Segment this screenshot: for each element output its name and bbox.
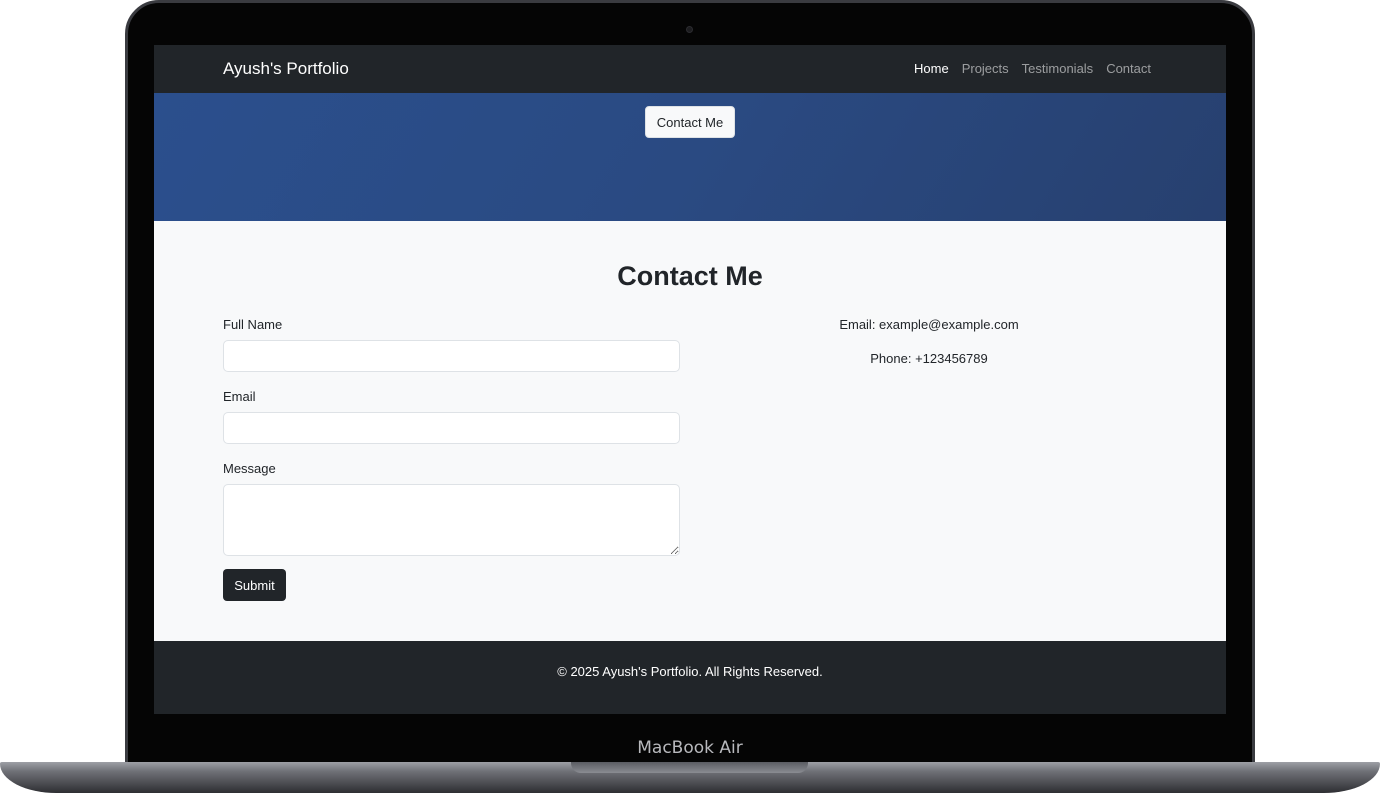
webcam-icon: [686, 26, 693, 33]
contact-phone-text: Phone: +123456789: [870, 351, 988, 366]
nav-links: Home Projects Testimonials Contact: [914, 61, 1151, 76]
contact-email-text: Email: example@example.com: [839, 317, 1019, 332]
contact-me-button[interactable]: Contact Me: [645, 106, 735, 138]
email-label: Email: [223, 389, 256, 404]
full-name-input[interactable]: [223, 340, 680, 372]
footer: © 2025 Ayush's Portfolio. All Rights Res…: [154, 641, 1226, 714]
browser-screen: Ayush's Portfolio Home Projects Testimon…: [154, 45, 1226, 714]
contact-section: Contact Me Full Name Email Message Submi…: [154, 221, 1226, 641]
navbar-brand[interactable]: Ayush's Portfolio: [223, 59, 349, 79]
full-name-label: Full Name: [223, 317, 283, 332]
device-label: MacBook Air: [637, 738, 743, 758]
nav-link-projects[interactable]: Projects: [962, 61, 1009, 76]
footer-copyright: © 2025 Ayush's Portfolio. All Rights Res…: [557, 664, 823, 679]
nav-link-testimonials[interactable]: Testimonials: [1022, 61, 1094, 76]
section-title: Contact Me: [617, 261, 763, 291]
navbar: Ayush's Portfolio Home Projects Testimon…: [154, 45, 1226, 93]
hero-banner: Contact Me: [154, 93, 1226, 221]
nav-link-contact[interactable]: Contact: [1106, 61, 1151, 76]
submit-button[interactable]: Submit: [223, 569, 286, 601]
message-label: Message: [223, 461, 276, 476]
laptop-hinge-notch: [571, 762, 808, 773]
message-textarea[interactable]: [223, 484, 680, 556]
nav-link-home[interactable]: Home: [914, 61, 949, 76]
email-input[interactable]: [223, 412, 680, 444]
